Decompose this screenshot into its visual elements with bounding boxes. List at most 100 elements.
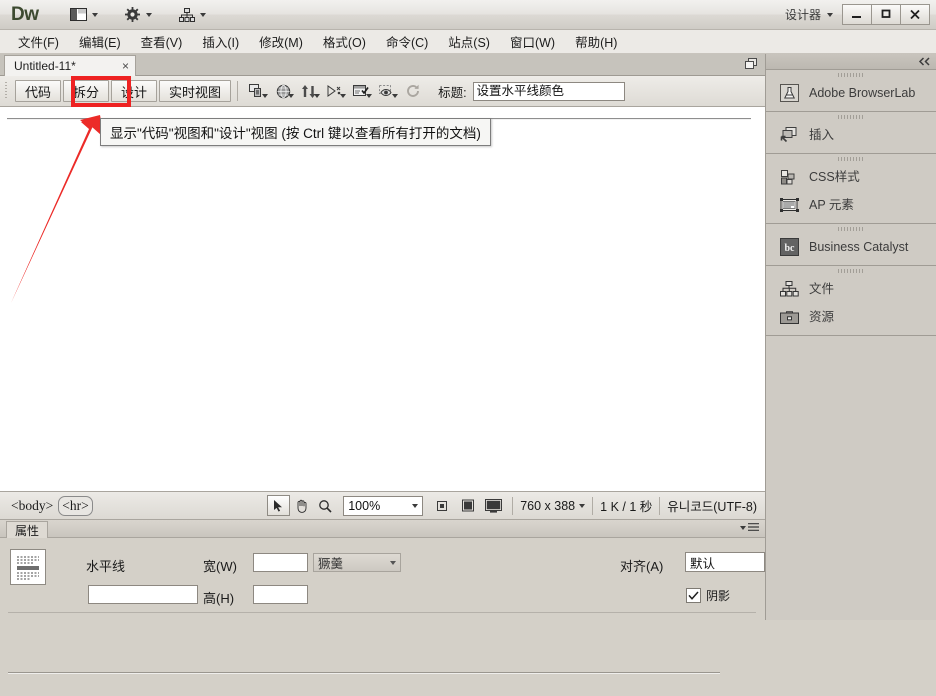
check-browser-icon-button[interactable]	[322, 80, 348, 102]
document-tab-title: Untitled-11*	[14, 59, 76, 73]
restore-icon[interactable]	[742, 56, 760, 71]
multiscreen-icon-button[interactable]	[244, 80, 270, 102]
document-tab-strip: Untitled-11* ×	[0, 54, 765, 76]
width-input[interactable]	[253, 553, 308, 572]
dock-item-assets[interactable]: 资源	[766, 303, 936, 331]
assets-icon	[778, 307, 800, 327]
tag-body[interactable]: <body>	[8, 497, 56, 515]
bottom-empty-area	[0, 620, 936, 696]
width-unit-value: 獗羹	[318, 553, 343, 572]
menu-bar: 文件(F) 编辑(E) 查看(V) 插入(I) 修改(M) 格式(O) 命令(C…	[0, 30, 936, 54]
menu-insert[interactable]: 插入(I)	[192, 30, 249, 53]
dock-item-label: AP 元素	[809, 199, 854, 212]
dock-group-insert: 插入	[766, 112, 936, 154]
dock-item-insert[interactable]: 插入	[766, 121, 936, 149]
menu-format[interactable]: 格式(O)	[313, 30, 376, 53]
menu-modify[interactable]: 修改(M)	[249, 30, 313, 53]
zoom-select[interactable]: 100%	[343, 496, 423, 516]
status-separator-1	[512, 497, 513, 515]
select-arrow-icon[interactable]	[267, 495, 290, 516]
panel-menu-icon[interactable]	[740, 523, 759, 532]
css-styles-icon	[778, 167, 800, 187]
business-catalyst-icon: bc	[778, 237, 800, 257]
extend-settings-button[interactable]	[117, 4, 157, 26]
desktop-screen-icon[interactable]	[482, 495, 505, 516]
width-unit-select[interactable]: 獗羹	[313, 553, 401, 572]
dock-item-label: 资源	[809, 311, 834, 324]
download-size: 1 K / 1 秒	[600, 496, 652, 515]
annotation-highlight-box	[71, 76, 131, 107]
menu-window[interactable]: 窗口(W)	[500, 30, 565, 53]
dock-item-label: 插入	[809, 129, 834, 142]
tooltip-popup: 显示"代码"视图和"设计"视图 (按 Ctrl 键以查看所有打开的文档)	[100, 118, 491, 146]
menu-view[interactable]: 查看(V)	[131, 30, 193, 53]
maximize-button[interactable]	[871, 4, 901, 25]
design-canvas[interactable]	[0, 107, 765, 492]
site-manage-button[interactable]	[171, 4, 211, 26]
menu-file[interactable]: 文件(F)	[8, 30, 69, 53]
tablet-screen-icon[interactable]	[456, 495, 479, 516]
validate-icon-button[interactable]	[348, 80, 374, 102]
align-select[interactable]: 默认	[685, 552, 765, 572]
window-controls	[843, 4, 930, 26]
refresh-icon-button[interactable]	[400, 80, 426, 102]
properties-panel: 属性 水平线 宽(W) 獗羹	[0, 520, 765, 620]
menu-help[interactable]: 帮助(H)	[565, 30, 627, 53]
page-title-input[interactable]: 设置水平线颜色	[473, 82, 625, 101]
visual-aids-icon-button[interactable]	[374, 80, 400, 102]
close-button[interactable]	[900, 4, 930, 25]
zoom-value: 100%	[348, 499, 380, 513]
chevron-down-icon	[390, 561, 396, 565]
dock-group-grip[interactable]	[766, 224, 936, 233]
tab-properties[interactable]: 属性	[6, 521, 48, 538]
dw-logo: Dw	[11, 5, 39, 24]
properties-divider	[8, 612, 756, 613]
files-icon	[778, 279, 800, 299]
tab-live-view[interactable]: 实时视图	[159, 80, 231, 102]
canvas-dimensions[interactable]: 760 x 388	[520, 499, 575, 513]
browserlab-icon	[778, 83, 800, 103]
close-icon[interactable]: ×	[106, 59, 129, 73]
bottom-divider	[8, 672, 720, 674]
zoom-icon[interactable]	[313, 495, 336, 516]
status-separator-3	[659, 497, 660, 515]
shadow-checkbox-row[interactable]: 阴影	[686, 587, 730, 604]
shadow-checkbox[interactable]	[686, 588, 701, 603]
width-label: 宽(W)	[203, 556, 237, 575]
document-tab[interactable]: Untitled-11* ×	[4, 55, 136, 76]
window-size-buttons	[430, 495, 505, 516]
hand-icon[interactable]	[290, 495, 313, 516]
menu-edit[interactable]: 编辑(E)	[69, 30, 131, 53]
chevron-down-icon	[314, 94, 320, 98]
tab-code-view[interactable]: 代码	[15, 80, 61, 102]
chevron-down-icon	[340, 94, 346, 98]
minimize-button[interactable]	[842, 4, 872, 25]
globe-preview-icon-button[interactable]	[270, 80, 296, 102]
small-screen-icon[interactable]	[430, 495, 453, 516]
ap-elements-icon	[778, 195, 800, 215]
file-transfer-icon-button[interactable]	[296, 80, 322, 102]
encoding-label: 유니코드(UTF-8)	[667, 496, 765, 515]
menu-commands[interactable]: 命令(C)	[376, 30, 438, 53]
dock-group-grip[interactable]	[766, 154, 936, 163]
tag-hr[interactable]: <hr>	[58, 496, 92, 516]
collapse-icon[interactable]	[918, 55, 931, 69]
dock-item-ap-elements[interactable]: AP 元素	[766, 191, 936, 219]
hr-id-input[interactable]	[88, 585, 198, 604]
chevron-down-icon[interactable]	[579, 504, 585, 508]
layout-switch-button[interactable]	[63, 4, 103, 26]
dock-item-css-styles[interactable]: CSS样式	[766, 163, 936, 191]
dock-item-files[interactable]: 文件	[766, 275, 936, 303]
status-tools: 100% 760 x 388	[267, 495, 765, 516]
dock-group-grip[interactable]	[766, 112, 936, 121]
height-input[interactable]	[253, 585, 308, 604]
dock-group-grip[interactable]	[766, 266, 936, 275]
height-label: 高(H)	[203, 588, 234, 607]
dock-group-grip[interactable]	[766, 70, 936, 79]
dock-item-adobe-browserlab[interactable]: Adobe BrowserLab	[766, 79, 936, 107]
toolbar-grip[interactable]	[4, 82, 12, 100]
workspace-switcher[interactable]: 设计器	[785, 6, 833, 23]
dock-item-business-catalyst[interactable]: bc Business Catalyst	[766, 233, 936, 261]
menu-site[interactable]: 站点(S)	[438, 30, 500, 53]
tag-selector: <body> <hr>	[8, 496, 93, 516]
